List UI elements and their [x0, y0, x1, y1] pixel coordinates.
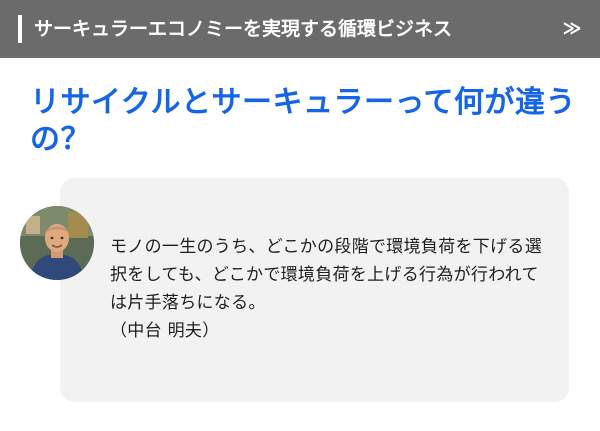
avatar — [20, 206, 94, 280]
section-header-bar: サーキュラーエコノミーを実現する循環ビジネス ≫ — [0, 0, 600, 58]
person-photo-icon — [20, 206, 94, 280]
header-accent-bar — [18, 15, 22, 43]
quote-body: モノの一生のうち、どこかの段階で環境負荷を下げる選択をしても、どこかで環境負荷を… — [110, 237, 542, 313]
quote-author: （中台 明夫） — [110, 321, 220, 341]
section-title: サーキュラーエコノミーを実現する循環ビジネス — [34, 18, 453, 40]
double-chevron-right-icon[interactable]: ≫ — [558, 14, 586, 44]
page-headline: リサイクルとサーキュラーって何が違うの？ — [30, 85, 576, 157]
quote-text-block: モノの一生のうち、どこかの段階で環境負荷を下げる選択をしても、どこかで環境負荷を… — [110, 233, 555, 345]
